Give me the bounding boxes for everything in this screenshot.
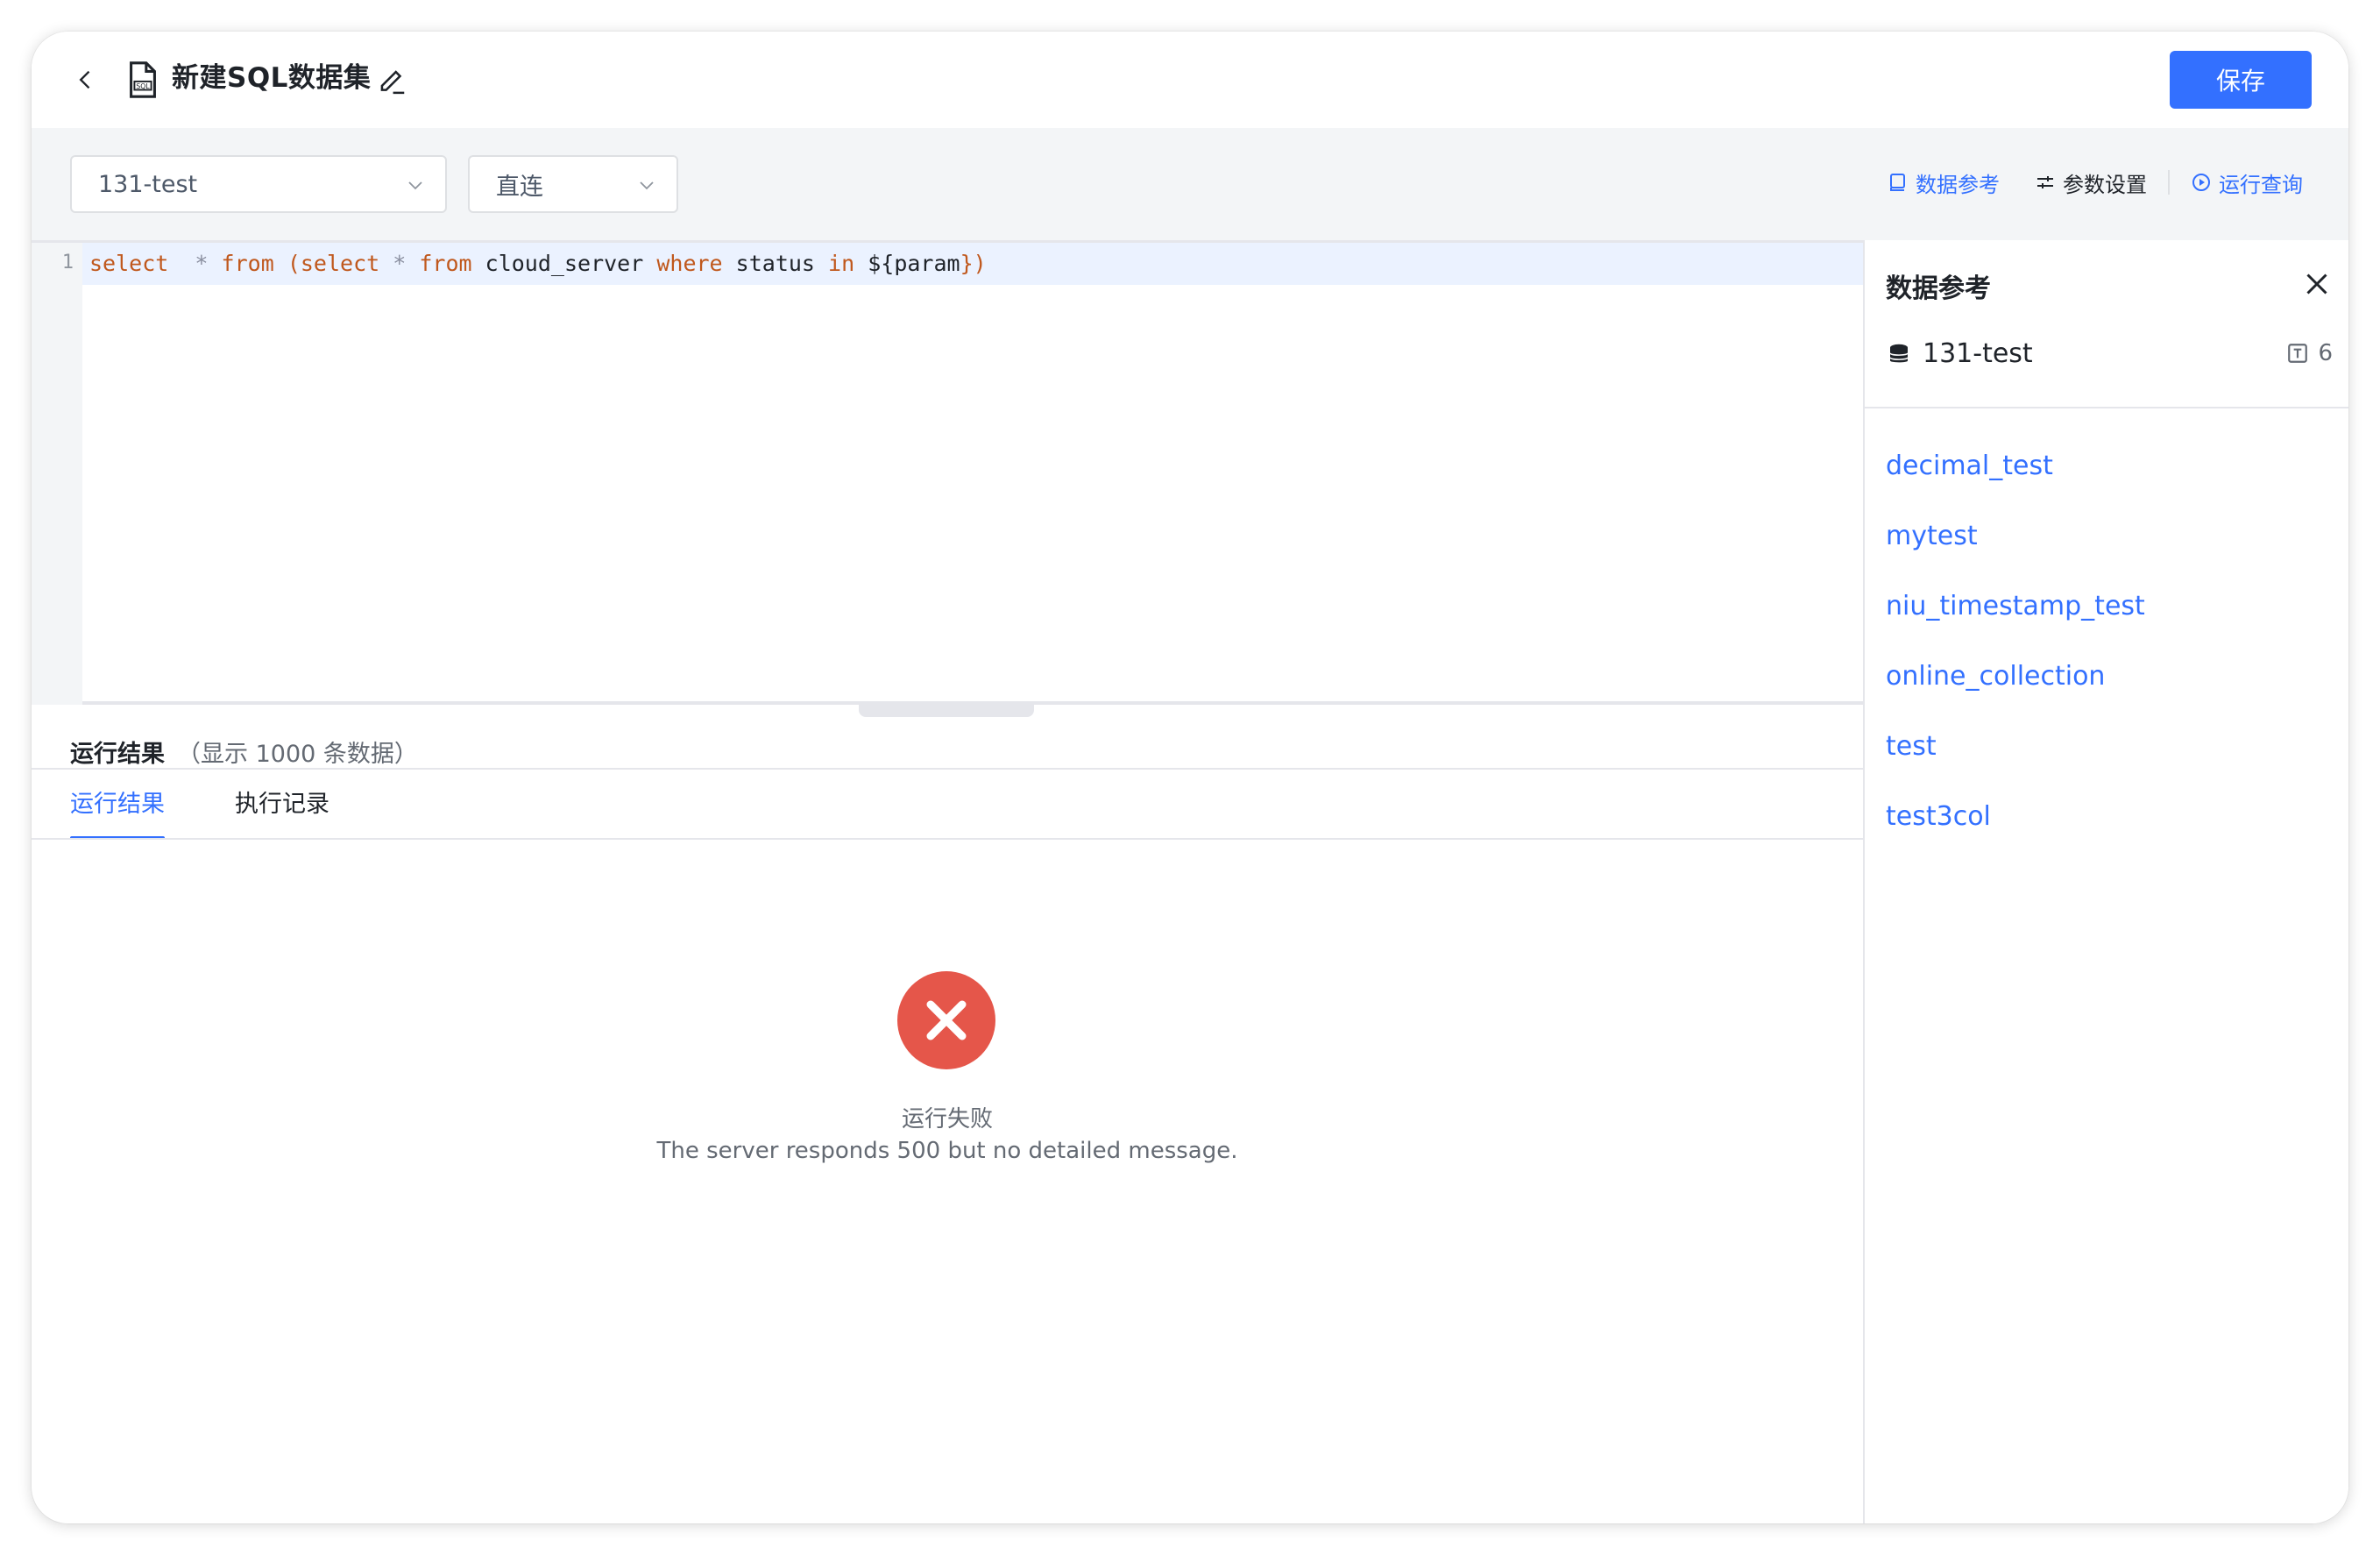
run-query-button[interactable]: 运行查询	[2191, 167, 2303, 198]
data-reference-panel: 数据参考 131-test 6 decimal_test mytest niu_…	[1863, 240, 2348, 1523]
sql-token: in	[828, 251, 855, 276]
app-window: SQL 新建SQL数据集 保存 131-test 直连 数据参考 参数设置 运行…	[32, 32, 2348, 1523]
sql-token: cloud_server	[485, 251, 644, 276]
param-settings-label: 参数设置	[2063, 172, 2147, 197]
sql-token: (select	[287, 251, 380, 276]
toolbar-actions: 数据参考 参数设置 运行查询	[1888, 165, 2303, 200]
chevron-down-icon	[408, 181, 422, 190]
svg-text:SQL: SQL	[136, 82, 150, 90]
sql-token: select	[89, 251, 169, 276]
sql-token: from	[221, 251, 274, 276]
chevron-down-icon	[640, 181, 654, 190]
data-reference-label: 数据参考	[1916, 172, 2000, 197]
save-button[interactable]: 保存	[2170, 51, 2312, 109]
table-list-item[interactable]: decimal_test	[1886, 449, 2145, 519]
panel-datasource: 131-test	[1886, 338, 2033, 369]
table-icon	[2288, 344, 2308, 363]
sql-token: *	[393, 251, 407, 276]
connection-mode-value: 直连	[496, 173, 543, 201]
sql-token: where	[656, 251, 723, 276]
results-title: 运行结果	[70, 740, 165, 768]
sql-token: from	[419, 251, 472, 276]
line-gutter: 1	[32, 243, 82, 705]
editor-resize-handle[interactable]	[859, 705, 1034, 717]
table-list: decimal_test mytest niu_timestamp_test o…	[1886, 449, 2145, 870]
sql-code-line[interactable]: select * from (select * from cloud_serve…	[89, 250, 987, 278]
param-settings-button[interactable]: 参数设置	[2035, 167, 2147, 198]
toolbar-divider	[2168, 170, 2170, 195]
error-state: 运行失败 The server responds 500 but no deta…	[32, 840, 1863, 1523]
table-list-item[interactable]: niu_timestamp_test	[1886, 589, 2145, 659]
error-title: 运行失败	[901, 1106, 993, 1133]
sliders-icon	[2037, 176, 2053, 188]
tab-execution-log[interactable]: 执行记录	[235, 770, 329, 840]
panel-datasource-name: 131-test	[1923, 338, 2033, 369]
sql-token: status	[735, 251, 815, 276]
divider	[1865, 407, 2348, 408]
connection-mode-select[interactable]: 直连	[468, 155, 678, 213]
page-title: 新建SQL数据集	[172, 62, 372, 94]
chevron-left-icon	[79, 70, 90, 89]
close-icon[interactable]	[2301, 268, 2333, 300]
table-list-item[interactable]: mytest	[1886, 519, 2145, 589]
back-button[interactable]	[67, 60, 105, 99]
toolbar: 131-test 直连 数据参考 参数设置 运行查询	[32, 128, 2348, 240]
sql-token: })	[960, 251, 987, 276]
play-circle-icon	[2192, 174, 2210, 191]
datasource-select[interactable]: 131-test	[70, 155, 447, 213]
datasource-select-value: 131-test	[98, 170, 198, 198]
table-list-item[interactable]: test	[1886, 729, 2145, 799]
run-query-label: 运行查询	[2219, 172, 2303, 197]
data-reference-button[interactable]: 数据参考	[1888, 167, 2000, 198]
sql-editor[interactable]: 1 select * from (select * from cloud_ser…	[32, 240, 1863, 705]
sql-token: ${param	[868, 251, 960, 276]
header: SQL 新建SQL数据集 保存	[32, 32, 2348, 128]
results-tabs: 运行结果 执行记录	[70, 770, 400, 840]
pencil-icon[interactable]	[375, 62, 408, 96]
error-circle-icon	[897, 971, 995, 1069]
sql-file-icon: SQL	[130, 61, 156, 98]
panel-title: 数据参考	[1886, 273, 1991, 304]
table-list-item[interactable]: test3col	[1886, 799, 2145, 870]
database-icon	[1889, 344, 1909, 362]
sql-token: *	[195, 251, 209, 276]
table-count-value: 6	[2318, 340, 2333, 366]
table-list-item[interactable]: online_collection	[1886, 659, 2145, 729]
table-count: 6	[2286, 340, 2333, 366]
error-message: The server responds 500 but no detailed …	[656, 1138, 1238, 1164]
book-icon	[1890, 174, 1905, 191]
line-number: 1	[61, 252, 74, 273]
tab-run-results[interactable]: 运行结果	[70, 770, 165, 840]
results-row-limit-note: （显示 1000 条数据）	[177, 740, 418, 768]
